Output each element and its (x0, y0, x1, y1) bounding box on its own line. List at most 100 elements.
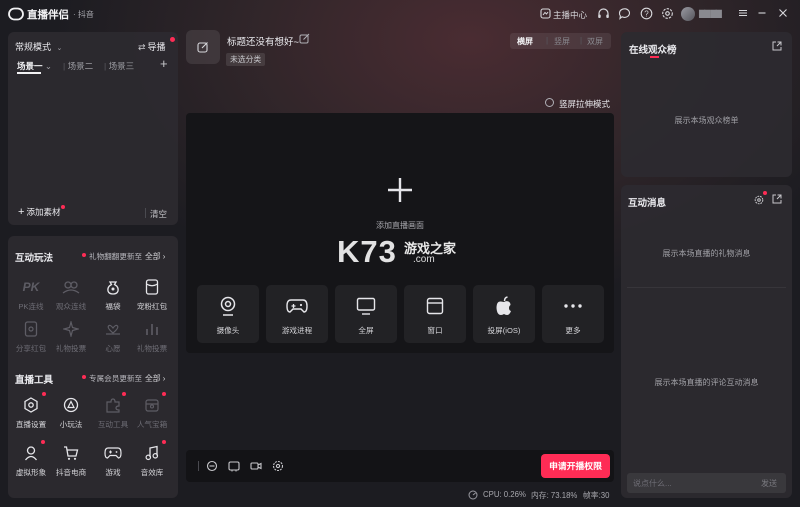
ios-cast-source-tile[interactable]: 投屏(iOS) (473, 285, 535, 343)
interactive-title: 互动玩法 (15, 253, 54, 264)
share-redpacket-item[interactable]: 分享红包 (11, 318, 51, 354)
stretch-mode-label[interactable]: 竖屏拉伸模式 (559, 98, 610, 110)
close-icon[interactable] (777, 7, 791, 21)
source-label: 窗口 (427, 326, 443, 335)
memory-usage: 内存: 73.18% (531, 491, 578, 500)
message-icon[interactable] (618, 7, 632, 21)
minimize-icon[interactable] (756, 7, 770, 21)
add-scene-icon[interactable]: + (160, 56, 168, 71)
add-material-button[interactable]: + 添加素材 (18, 206, 60, 218)
item-label: 礼物投票 (55, 344, 87, 353)
treasure-box-icon (141, 394, 163, 416)
audio-mixer-icon[interactable] (206, 460, 218, 472)
ecommerce-item[interactable]: 抖音电商 (51, 442, 91, 478)
camera-source-tile[interactable]: 摄像头 (197, 285, 259, 343)
tools-note: 专属会员更新至 (89, 374, 143, 383)
avatar[interactable] (681, 7, 695, 21)
audience-panel: 在线观众榜 展示本场观众榜单 (621, 32, 792, 177)
mini-game-item[interactable]: 小玩法 (51, 394, 91, 430)
category-tag[interactable]: 未选分类 (226, 53, 266, 66)
guide-button[interactable]: ⇄ 导播 (138, 40, 166, 53)
stream-title[interactable]: 标题还没有想好~ (227, 34, 299, 48)
gift-vote-item[interactable]: 礼物投票 (51, 318, 91, 354)
performance-icon[interactable] (468, 490, 478, 500)
sound-library-item[interactable]: 音效库 (132, 442, 172, 478)
stretch-mode-radio[interactable] (545, 98, 554, 107)
add-source-plus-icon[interactable] (387, 177, 413, 203)
item-label: 观众连线 (55, 302, 87, 311)
popularity-box-item[interactable]: 人气宝箱 (132, 394, 172, 430)
live-settings-item[interactable]: 直播设置 (11, 394, 51, 430)
scene-tab-3[interactable]: | 场景三 (104, 60, 134, 72)
game-item[interactable]: 游戏 (93, 442, 133, 478)
video-camera-icon[interactable] (250, 460, 262, 472)
send-button[interactable]: 发送 (761, 478, 777, 489)
live-settings-gear-icon[interactable] (272, 460, 284, 472)
popout-icon[interactable] (772, 41, 782, 51)
tools-panel: 互动玩法 礼物翻翻更新至 全部 › PK PK连线 观众连线 福袋 宠粉红包 分享… (8, 236, 178, 498)
watermark-domain: .com (413, 254, 435, 265)
popout-icon[interactable] (772, 194, 782, 204)
pk-link-item[interactable]: PK PK连线 (11, 276, 51, 312)
monitor-icon (335, 293, 397, 319)
bar-chart-icon (141, 318, 163, 340)
guide-badge (170, 37, 175, 42)
interactive-tools-item[interactable]: 互动工具 (93, 394, 133, 430)
orientation-landscape[interactable]: 横屏 (517, 36, 533, 47)
chat-input[interactable] (633, 476, 743, 490)
audience-empty-text: 展示本场观众榜单 (674, 116, 739, 125)
share-packet-icon (20, 318, 42, 340)
help-icon[interactable]: ? (640, 7, 654, 21)
more-source-tile[interactable]: 更多 (542, 285, 604, 343)
item-label: 抖音电商 (55, 468, 87, 477)
gamepad-icon (266, 293, 328, 319)
apply-live-button[interactable]: 申请开播权限 (541, 454, 610, 478)
scene-divider: | (63, 61, 66, 71)
scene-divider: | (104, 61, 107, 71)
swap-icon: ⇄ (138, 42, 146, 52)
tools-title: 直播工具 (15, 375, 54, 386)
item-label: 游戏 (105, 468, 121, 477)
settings-icon[interactable] (661, 7, 675, 21)
menu-icon[interactable] (737, 7, 751, 21)
host-center-icon[interactable] (540, 8, 554, 22)
gift-vote-item-2[interactable]: 礼物投票 (132, 318, 172, 354)
cart-icon (60, 442, 82, 464)
chat-input-box[interactable]: 发送 (627, 473, 786, 493)
orientation-portrait[interactable]: 竖屏 (554, 36, 570, 47)
cover-edit-button[interactable] (186, 30, 220, 64)
game-process-source-tile[interactable]: 游戏进程 (266, 285, 328, 343)
host-center-link[interactable]: 主播中心 (553, 9, 587, 21)
scene-tab-2[interactable]: | 场景二 (63, 60, 93, 72)
lucky-bag-item[interactable]: 福袋 (93, 276, 133, 312)
item-label: 直播设置 (15, 420, 47, 429)
puzzle-icon (102, 394, 124, 416)
fullscreen-source-tile[interactable]: 全屏 (335, 285, 397, 343)
tools-all-link[interactable]: 全部 › (145, 373, 165, 384)
item-label: 人气宝箱 (136, 420, 168, 429)
popularity-box-badge (162, 392, 166, 396)
add-material-badge (61, 205, 65, 209)
interactive-all-link[interactable]: 全部 › (145, 251, 165, 262)
window-source-tile[interactable]: 窗口 (404, 285, 466, 343)
scene-tab-label: 场景三 (108, 61, 135, 71)
guide-label: 导播 (147, 42, 166, 52)
scene-tab-1[interactable]: 场景一 ⌄ (17, 60, 52, 72)
lucky-bag-icon (102, 276, 124, 298)
edit-title-icon[interactable] (299, 33, 310, 44)
clear-button[interactable]: 清空 (150, 208, 167, 220)
platform-label: · 抖音 (73, 10, 94, 19)
apple-icon (473, 293, 535, 319)
username[interactable]: ▇▇ ▇▇ (699, 9, 722, 18)
audience-link-item[interactable]: 观众连线 (51, 276, 91, 312)
app-logo-icon (8, 7, 24, 21)
wish-item[interactable]: 心愿 (93, 318, 133, 354)
orientation-dual[interactable]: 双屏 (587, 36, 603, 47)
fan-redpacket-item[interactable]: 宠粉红包 (132, 276, 172, 312)
headset-icon[interactable] (597, 7, 611, 21)
avatar-item[interactable]: 虚拟形象 (11, 442, 51, 478)
message-settings-icon[interactable] (754, 195, 764, 205)
add-source-label[interactable]: 添加直播画面 (376, 220, 424, 231)
mode-selector[interactable]: 常规模式 ⌄ (15, 40, 62, 53)
screen-record-icon[interactable] (228, 460, 240, 472)
